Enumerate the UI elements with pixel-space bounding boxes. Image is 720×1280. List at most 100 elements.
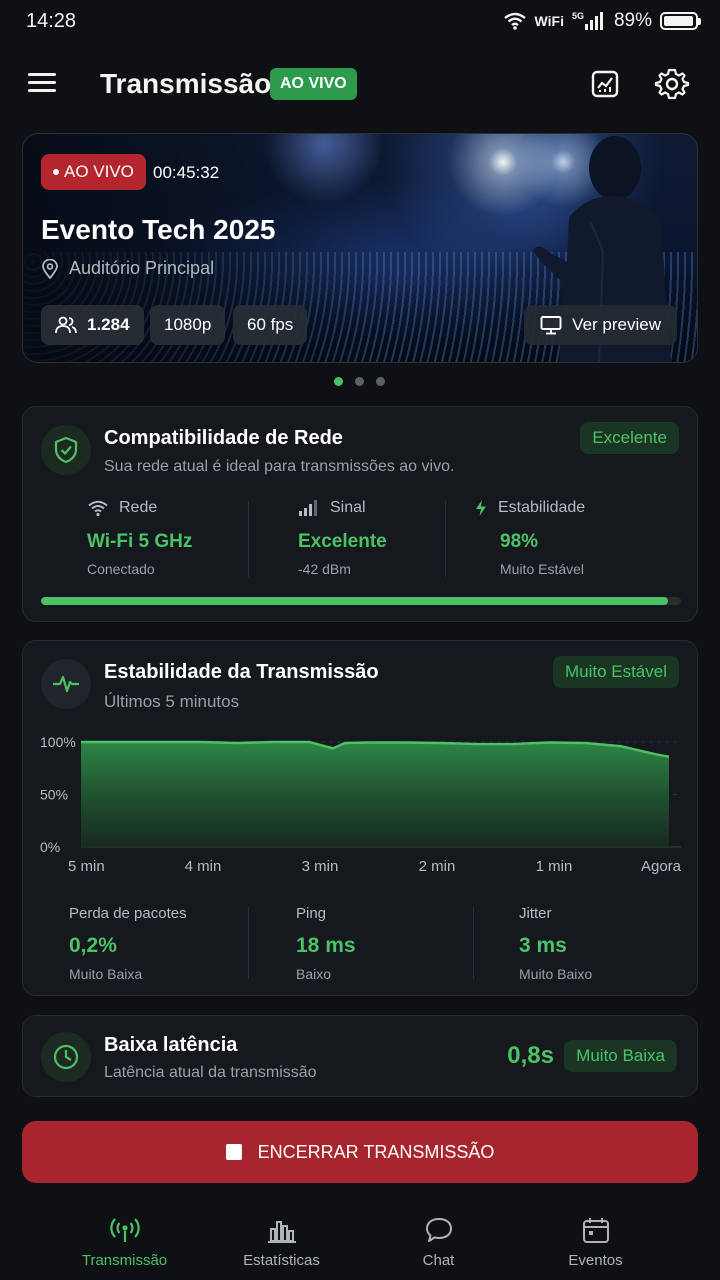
page-title: Transmissão (100, 68, 272, 99)
chart-x-tick-label: Agora (641, 858, 682, 875)
chart-x-tick-label: 5 min (68, 858, 105, 875)
users-icon (55, 316, 77, 334)
carousel-dot[interactable] (355, 377, 364, 386)
chart-area-fill (81, 742, 669, 847)
shield-check-icon (41, 425, 91, 475)
stability-card-title: Estabilidade da Transmissão (104, 661, 379, 683)
battery-percent: 89% (613, 10, 652, 31)
stat-label: Rede (119, 499, 158, 516)
signal-icon (299, 500, 317, 516)
latency-card-subtitle: Latência atual da transmissão (104, 1064, 317, 1081)
stat-value: 98% (500, 531, 539, 552)
latency-value: 0,8s (507, 1042, 554, 1069)
nav-label: Chat (422, 1252, 455, 1269)
stat-sub: -42 dBm (298, 561, 351, 577)
preview-button-label: Ver preview (572, 315, 661, 334)
stability-stat-packet-loss: Perda de pacotes 0,2% Muito Baixa (69, 905, 187, 982)
end-stream-button-label: ENCERRAR TRANSMISSÃO (257, 1141, 495, 1162)
chart-y-tick-label: 50% (40, 787, 68, 803)
stat-label: Estabilidade (498, 499, 586, 516)
menu-icon[interactable] (28, 70, 56, 98)
end-stream-button[interactable]: ENCERRAR TRANSMISSÃO (22, 1121, 698, 1183)
viewers-chip: 1.284 (41, 305, 144, 345)
status-bar: 14:28 WiFi 5G 89% (0, 0, 720, 44)
stat-value: Wi-Fi 5 GHz (87, 531, 193, 552)
nav-item-transmissao[interactable]: Transmissão (46, 1200, 203, 1280)
stat-sub: Conectado (87, 561, 155, 577)
resolution-chip: 1080p (150, 305, 226, 345)
latency-status-badge: Muito Baixa (564, 1040, 677, 1072)
event-hero-card[interactable]: AO VIVO 00:45:32 Evento Tech 2025 Auditó… (22, 133, 698, 363)
network-type: 5G (571, 11, 584, 21)
stability-progress-bar (41, 597, 681, 605)
nav-label: Eventos (568, 1252, 623, 1269)
status-indicators: WiFi 5G 89% (503, 10, 701, 32)
live-status-badge: AO VIVO (270, 68, 357, 100)
stat-label: Perda de pacotes (69, 905, 187, 922)
wifi-icon (88, 500, 108, 517)
stat-value: 18 ms (296, 934, 356, 957)
bolt-icon (476, 500, 486, 516)
chart-x-tick-label: 2 min (419, 858, 456, 875)
clock-icon (41, 1032, 91, 1082)
wifi-status-icon (503, 12, 526, 30)
event-title: Evento Tech 2025 (41, 214, 276, 245)
chart-x-tick-label: 1 min (536, 858, 573, 875)
chat-icon (425, 1218, 452, 1242)
network-card-subtitle: Sua rede atual é ideal para transmissões… (104, 458, 455, 475)
fps-chip: 60 fps (233, 305, 308, 345)
settings-icon[interactable] (654, 66, 690, 102)
stat-value: 3 ms (519, 934, 567, 957)
battery-icon (660, 12, 701, 30)
nav-item-chat[interactable]: Chat (360, 1200, 517, 1280)
nav-item-estatisticas[interactable]: Estatísticas (203, 1200, 360, 1280)
stability-area-chart: 100% 50% 0% 5 min 4 min 3 min 2 min 1 min Agora (40, 734, 682, 875)
viewers-count: 1.284 (87, 315, 130, 334)
network-card-title: Compatibilidade de Rede (104, 427, 343, 449)
stability-stat-jitter: Jitter 3 ms Muito Baixo (519, 905, 592, 982)
stats-icon[interactable] (587, 66, 623, 102)
stat-value: Excelente (298, 531, 387, 552)
monitor-icon (540, 316, 562, 335)
carousel-dot[interactable] (334, 377, 343, 386)
pulse-icon (41, 659, 91, 709)
network-status-badge: Excelente (580, 422, 679, 454)
signal-status-icon (584, 12, 603, 30)
stat-sub: Muito Baixo (519, 966, 593, 982)
preview-button[interactable]: Ver preview (524, 305, 677, 345)
stat-label: Sinal (330, 499, 366, 516)
broadcast-icon (109, 1218, 140, 1242)
stability-progress-fill (41, 597, 669, 605)
stat-sub: Muito Baixa (69, 966, 143, 982)
stat-label: Jitter (519, 905, 552, 922)
bar-chart-icon (267, 1221, 296, 1243)
live-indicator: AO VIVO (41, 154, 146, 190)
stat-sub: Baixo (296, 966, 332, 982)
stability-stat-ping: Ping 18 ms Baixo (296, 905, 356, 982)
carousel-indicator (334, 377, 385, 386)
status-time: 14:28 (26, 10, 77, 32)
live-dot-icon (53, 169, 59, 175)
network-stat-estabilidade: Estabilidade 98% Muito Estável (474, 499, 585, 577)
event-location-label: Auditório Principal (69, 258, 215, 278)
stop-icon (225, 1144, 242, 1160)
stat-label: Ping (296, 905, 327, 922)
elapsed-time: 00:45:32 (153, 163, 220, 182)
latency-card-title: Baixa latência (104, 1034, 238, 1056)
carousel-dot[interactable] (376, 377, 385, 386)
nav-item-eventos[interactable]: Eventos (517, 1200, 674, 1280)
stat-value: 0,2% (69, 934, 117, 957)
live-indicator-label: AO VIVO (64, 162, 134, 181)
network-stat-sinal: Sinal Excelente -42 dBm (298, 499, 387, 577)
nav-label: Estatísticas (243, 1252, 320, 1269)
chart-x-tick-label: 3 min (302, 858, 339, 875)
network-stat-rede: Rede Wi-Fi 5 GHz Conectado (87, 499, 192, 577)
stability-card: Estabilidade da Transmissão Últimos 5 mi… (22, 640, 698, 996)
wifi-label: WiFi (534, 13, 564, 29)
calendar-icon (582, 1218, 609, 1243)
location-pin-icon (42, 258, 58, 279)
stability-card-subtitle: Últimos 5 minutos (104, 692, 240, 711)
nav-label: Transmissão (81, 1252, 168, 1269)
event-location: Auditório Principal (41, 258, 214, 279)
stat-sub: Muito Estável (500, 561, 585, 577)
